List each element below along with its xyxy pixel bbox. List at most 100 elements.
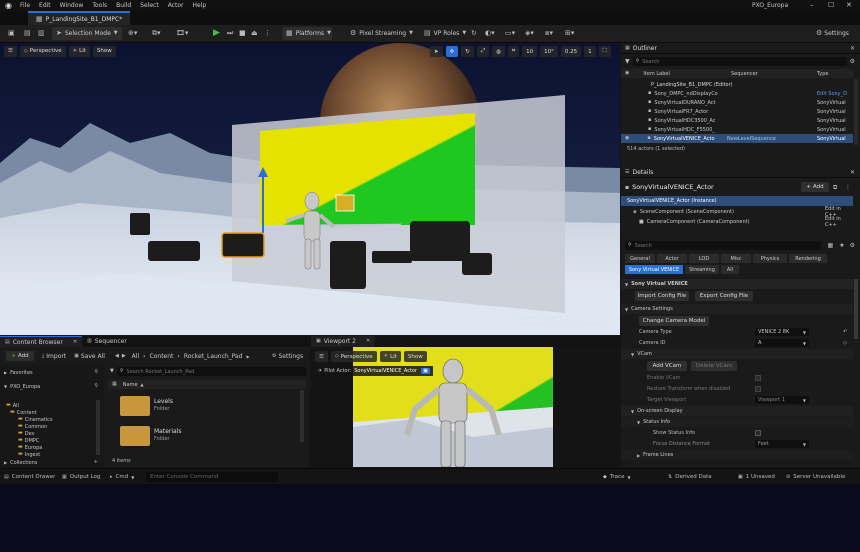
perspective-button[interactable]: ◇ Perspective xyxy=(19,45,66,57)
search-icon[interactable]: ⚲ xyxy=(94,383,98,390)
rotate-tool-icon[interactable]: ↻ xyxy=(461,46,474,57)
surface-snap-icon[interactable]: ⌗ xyxy=(508,46,520,57)
cinematics-icon[interactable]: 🎞▾ xyxy=(176,30,188,37)
close-icon[interactable]: ✕ xyxy=(846,1,852,9)
menu-select[interactable]: Select xyxy=(140,2,159,9)
outliner-row[interactable]: ▪ SonyVirtualHDC_F5500_ SonyVirtual xyxy=(621,125,853,134)
move-tool-icon[interactable]: ✥ xyxy=(445,46,459,57)
section-frame-lines[interactable]: ▶ Frame Lines xyxy=(621,450,853,460)
step-icon[interactable]: ⏭ xyxy=(227,30,233,37)
trace-button[interactable]: ◆ Trace ▼ xyxy=(603,472,631,482)
eye-icon[interactable]: ◉ xyxy=(625,70,629,77)
back-icon[interactable]: ◀ xyxy=(115,353,119,360)
stop-icon[interactable]: ■ xyxy=(239,30,246,37)
project-header[interactable]: ▼ PXO_Europa ⚲ xyxy=(4,382,100,391)
level-viewport[interactable]: ☰ ◇ Perspective ☀ Lit Show ➤ ✥ ↻ ⤢ ◍ ⌗ 1… xyxy=(0,43,620,335)
details-search-input[interactable]: ⚲ Search xyxy=(625,241,821,250)
sequencer-tab[interactable]: ▥ Sequencer xyxy=(82,336,132,347)
component-row[interactable]: ■ CameraComponent (CameraComponent) Edit… xyxy=(621,216,853,228)
gear-icon[interactable]: ⚙ xyxy=(850,242,855,249)
export-config-button[interactable]: Export Config File xyxy=(695,291,753,301)
outliner-row[interactable]: ▪ SonyVirtualDURANO_Act SonyVirtual xyxy=(621,98,853,107)
show-button[interactable]: Show xyxy=(92,45,116,57)
selection-mode-dropdown[interactable]: ➤ Selection Mode ▼ xyxy=(52,27,122,40)
level-tab[interactable]: ▦ P_LandingSite_B1_DMPC* xyxy=(28,11,131,25)
viewport-2-menu-button[interactable]: ☰ xyxy=(315,351,328,362)
tree-item-cinematics[interactable]: ▬ Cinematics xyxy=(18,416,53,423)
focus-format-dropdown[interactable]: Feet ▼ xyxy=(755,440,809,448)
search-icon[interactable]: ⚲ xyxy=(94,369,98,376)
outliner-tab[interactable]: ▦ Outliner ✕ xyxy=(621,43,860,54)
pixel-streaming-dropdown[interactable]: ⚙ Pixel Streaming ▼ xyxy=(346,27,417,40)
filter-general[interactable]: General xyxy=(625,254,655,263)
menu-edit[interactable]: Edit xyxy=(39,2,51,9)
camera-speed-value[interactable]: 1 xyxy=(584,46,596,57)
component-row[interactable]: ◈ SceneComponent (SceneComponent) Edit i… xyxy=(621,206,853,218)
content-browser-tab[interactable]: ▤ Content Browser ✕ xyxy=(0,336,83,347)
more-icon[interactable]: ⋮ xyxy=(264,30,271,37)
add-vcam-button[interactable]: Add VCam xyxy=(647,361,687,371)
col-item-label[interactable]: Item Label xyxy=(643,71,669,77)
camera-type-dropdown[interactable]: VENICE 2 8K ▼ xyxy=(755,328,809,336)
tree-item-dmpc[interactable]: ▬ DMPC xyxy=(18,437,39,444)
breadcrumb-content[interactable]: Content xyxy=(150,353,174,360)
menu-build[interactable]: Build xyxy=(116,2,131,9)
filter-sony-venice[interactable]: Sony Virtual VENICE xyxy=(625,265,683,274)
asset-item-materials[interactable]: Materials Folder xyxy=(118,424,248,448)
filter-all[interactable]: All xyxy=(721,265,739,274)
unsaved-button[interactable]: ▣ 1 Unsaved xyxy=(738,472,775,482)
console-input[interactable]: Enter Console Command xyxy=(146,472,278,482)
content-icon[interactable]: ▤ xyxy=(24,30,31,37)
change-camera-model-button[interactable]: Change Camera Model xyxy=(639,316,709,326)
favorites-header[interactable]: ▶ Favorites ⚲ xyxy=(4,368,100,377)
asset-search-input[interactable]: ⚲ Search Rocket_Launch_Pad xyxy=(116,367,306,376)
menu-window[interactable]: Window xyxy=(60,2,84,9)
save-icon[interactable]: ▣ xyxy=(8,30,15,37)
grid-snap-value[interactable]: 10 xyxy=(522,46,538,57)
viewport-menu-button[interactable]: ☰ xyxy=(4,45,17,57)
target-viewport-dropdown[interactable]: Viewport 1 ▼ xyxy=(755,396,809,404)
menu-actor[interactable]: Actor xyxy=(168,2,184,9)
settings-dropdown[interactable]: ⚙ Settings xyxy=(812,27,853,40)
section-vcam[interactable]: ▼ VCam xyxy=(621,349,853,359)
outliner-row-selected[interactable]: ◉ ▪ SonyVirtualVENICE_Acto NewLevelSeque… xyxy=(621,134,853,143)
details-tab[interactable]: ☰ Details ✕ xyxy=(621,167,860,178)
grid-view-icon[interactable]: ▦ xyxy=(828,242,834,249)
platforms-dropdown[interactable]: ▦ Platforms ▼ xyxy=(282,27,332,40)
more-icon[interactable]: ⋮ xyxy=(845,184,851,191)
close-icon[interactable]: ✕ xyxy=(850,169,855,176)
menu-help[interactable]: Help xyxy=(192,2,206,9)
col-type[interactable]: Type xyxy=(817,71,828,77)
show-status-checkbox[interactable] xyxy=(755,430,761,436)
outliner-search-input[interactable]: ⚲ Search xyxy=(632,57,847,66)
outliner-row[interactable]: ▪ SonyVirtualHDC3500_Ac SonyVirtual xyxy=(621,116,853,125)
play-icon[interactable]: ▶ xyxy=(213,28,220,38)
add-collection-icon[interactable]: + xyxy=(94,459,98,466)
viewport-2-show-button[interactable]: Show xyxy=(403,351,427,362)
modes-icon[interactable]: ▥ xyxy=(38,30,45,37)
asset-item-levels[interactable]: Levels Folder xyxy=(118,394,248,418)
ndisplay-icon[interactable]: ▭▾ xyxy=(505,30,515,37)
tree-item-common[interactable]: ▬ Common xyxy=(18,423,47,430)
star-icon[interactable]: ★ xyxy=(839,242,844,249)
import-button[interactable]: ⤓ Import xyxy=(42,353,66,360)
filter-rendering[interactable]: Rendering xyxy=(789,254,827,263)
section-camera-settings[interactable]: ▼ Camera Settings xyxy=(621,304,853,314)
sync-icon[interactable]: ↻ xyxy=(471,30,477,37)
viewport-2-tab[interactable]: ▣ Viewport 2 ✕ xyxy=(311,336,376,347)
filter-actor[interactable]: Actor xyxy=(657,254,687,263)
filter-lod[interactable]: LOD xyxy=(689,254,719,263)
viewport-2-lit-button[interactable]: ☀ Lit xyxy=(379,351,401,362)
close-icon[interactable]: ✕ xyxy=(850,45,855,52)
viewport-2-perspective-button[interactable]: ◇ Perspective xyxy=(330,351,377,362)
viewport-2-canvas[interactable] xyxy=(311,347,621,467)
maximize-viewport-icon[interactable]: ⛶ xyxy=(598,46,611,57)
tree-item-europa[interactable]: ▬ Europa xyxy=(18,444,42,451)
select-tool-icon[interactable]: ➤ xyxy=(430,46,443,57)
col-name[interactable]: Name xyxy=(123,382,138,388)
scale-tool-icon[interactable]: ⤢ xyxy=(476,46,490,57)
vr-icon[interactable]: ◐▾ xyxy=(485,30,495,37)
eject-icon[interactable]: ⏏ xyxy=(251,30,258,37)
add-actor-icon[interactable]: ⊕▾ xyxy=(128,30,137,37)
content-drawer-button[interactable]: ▤ Content Drawer xyxy=(4,472,55,482)
